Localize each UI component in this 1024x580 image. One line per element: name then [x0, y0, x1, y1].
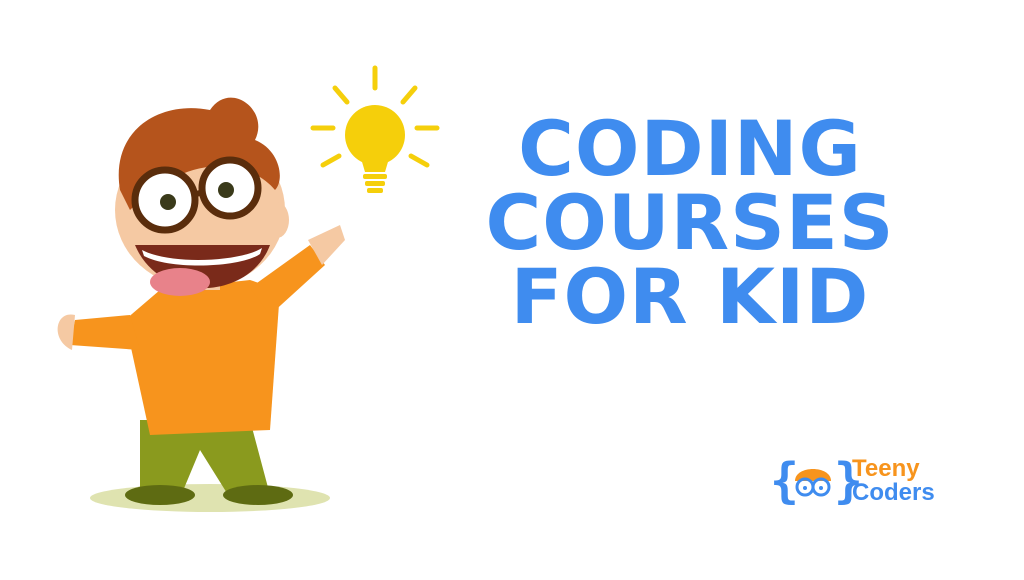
logo-word-coders: Coders	[852, 479, 935, 506]
headline-line-2: COURSES	[485, 178, 895, 267]
lightbulb-icon	[310, 65, 440, 193]
logo-wordmark: Teeny Coders	[852, 457, 935, 505]
headline-line-1: CODING	[518, 104, 862, 193]
headline-line-3: FOR KID	[510, 252, 870, 341]
logo-word-teeny: Teeny	[852, 455, 920, 482]
coder-face-icon	[795, 469, 831, 497]
banner: CODING COURSES FOR KID { } Teeny Coders	[0, 0, 1024, 576]
teeny-coders-logo: { } Teeny Coders	[770, 455, 960, 511]
headline: CODING COURSES FOR KID	[440, 104, 940, 341]
